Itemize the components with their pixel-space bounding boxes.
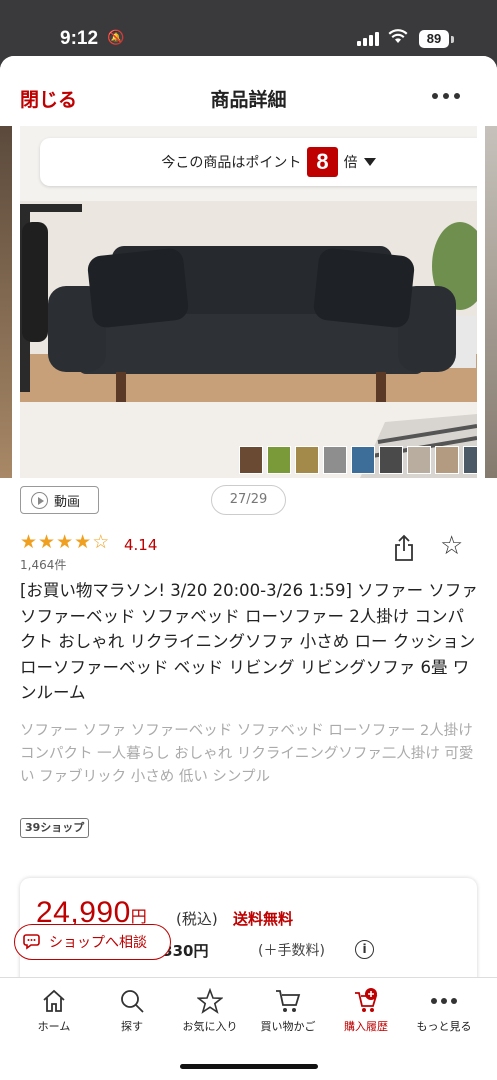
product-image[interactable]: 今この商品はポイント 8 倍: [20, 126, 477, 478]
points-prefix: 今この商品はポイント: [161, 155, 302, 171]
rating-stars[interactable]: ★ ★ ★ ★ ☆: [20, 532, 109, 552]
star-empty-icon: ☆: [92, 531, 110, 553]
color-swatch: [435, 446, 459, 474]
home-indicator: [180, 1064, 318, 1069]
share-icon[interactable]: [392, 534, 416, 562]
home-icon: [14, 986, 94, 1016]
status-time: 9:12: [60, 28, 99, 49]
more-options-icon[interactable]: [432, 86, 466, 106]
color-swatch: [323, 446, 347, 474]
color-swatch: [267, 446, 291, 474]
tab-home[interactable]: ホーム: [14, 986, 94, 1034]
color-swatch: [295, 446, 319, 474]
product-title: [お買い物マラソン! 3/20 20:00-3/26 1:59] ソファー ソフ…: [20, 581, 478, 702]
product-subtitle: ソファー ソファ ソファーベッド ソファベッド ローソファー 2人掛け コンパク…: [20, 723, 474, 785]
tab-label: ホーム: [37, 1020, 71, 1033]
tab-label: 買い物かご: [260, 1020, 316, 1033]
more-icon: [404, 986, 484, 1016]
history-icon: [326, 986, 406, 1016]
star-filled-icon: ★: [56, 531, 74, 553]
shop-consult-label: ショップへ相談: [49, 935, 147, 951]
price-tax-label: (税込): [176, 910, 218, 928]
tab-label: 探す: [121, 1020, 143, 1033]
prev-image-peek[interactable]: [0, 126, 12, 478]
installment-fee-note: (＋手数料): [258, 943, 325, 959]
bottom-tab-bar: ホーム 探す お気に入り 買い物かご 購入履歴 もっと見る: [0, 977, 497, 1080]
mute-bell-icon: 🔕: [107, 30, 125, 46]
tab-purchase-history[interactable]: 購入履歴: [326, 986, 406, 1034]
color-swatch: [351, 446, 375, 474]
chat-bubble-icon: [23, 934, 40, 950]
play-icon: [31, 491, 48, 509]
star-filled-icon: ★: [74, 531, 92, 553]
color-swatch: [379, 446, 403, 474]
image-gallery[interactable]: 今この商品はポイント 8 倍: [0, 122, 497, 482]
wifi-icon: [388, 28, 408, 48]
status-bar: 9:12 🔕 89: [0, 0, 497, 49]
chevron-down-icon: [363, 158, 376, 166]
tab-label: 購入履歴: [344, 1020, 388, 1033]
page-title: 商品詳細: [210, 89, 287, 111]
search-icon: [92, 986, 172, 1016]
tab-favorites[interactable]: お気に入り: [170, 986, 250, 1034]
color-swatch: [239, 446, 263, 474]
next-image-peek[interactable]: [485, 126, 497, 478]
color-swatches: [239, 446, 477, 474]
free-shipping-label: 送料無料: [233, 910, 294, 928]
sheet-header: 閉じる 商品詳細: [0, 56, 497, 122]
tab-more[interactable]: もっと見る: [404, 986, 484, 1034]
tab-label: もっと見る: [416, 1020, 472, 1033]
rating-value[interactable]: 4.14: [124, 536, 157, 554]
tab-cart[interactable]: 買い物かご: [248, 986, 328, 1034]
tab-label: お気に入り: [182, 1020, 238, 1033]
star-filled-icon: ★: [20, 531, 38, 553]
review-count[interactable]: 1,464件: [20, 556, 66, 573]
points-suffix: 倍: [343, 155, 358, 171]
points-multiplier: 8: [307, 147, 338, 177]
star-filled-icon: ★: [38, 531, 56, 553]
info-icon[interactable]: i: [355, 940, 374, 959]
color-swatch: [463, 446, 477, 474]
points-banner[interactable]: 今この商品はポイント 8 倍: [40, 138, 477, 186]
tab-search[interactable]: 探す: [92, 986, 172, 1034]
image-page-counter: 27/29: [211, 485, 286, 515]
battery-indicator: 89: [419, 30, 449, 48]
shop-consult-button[interactable]: ショップへ相談: [14, 924, 171, 960]
shop-badge: 39ショップ: [20, 818, 90, 838]
video-label: 動画: [54, 494, 81, 510]
color-swatch: [407, 446, 431, 474]
cart-icon: [248, 986, 328, 1016]
video-button[interactable]: 動画: [20, 486, 99, 514]
battery-cap: [451, 36, 454, 43]
cellular-signal-icon: [357, 30, 379, 46]
star-icon: [170, 986, 250, 1016]
favorite-star-icon[interactable]: ☆: [440, 532, 463, 560]
product-detail-sheet: 閉じる 商品詳細 今この商品はポイント 8 倍 動画 27/29 ★ ★ ★ ★…: [0, 56, 497, 1080]
